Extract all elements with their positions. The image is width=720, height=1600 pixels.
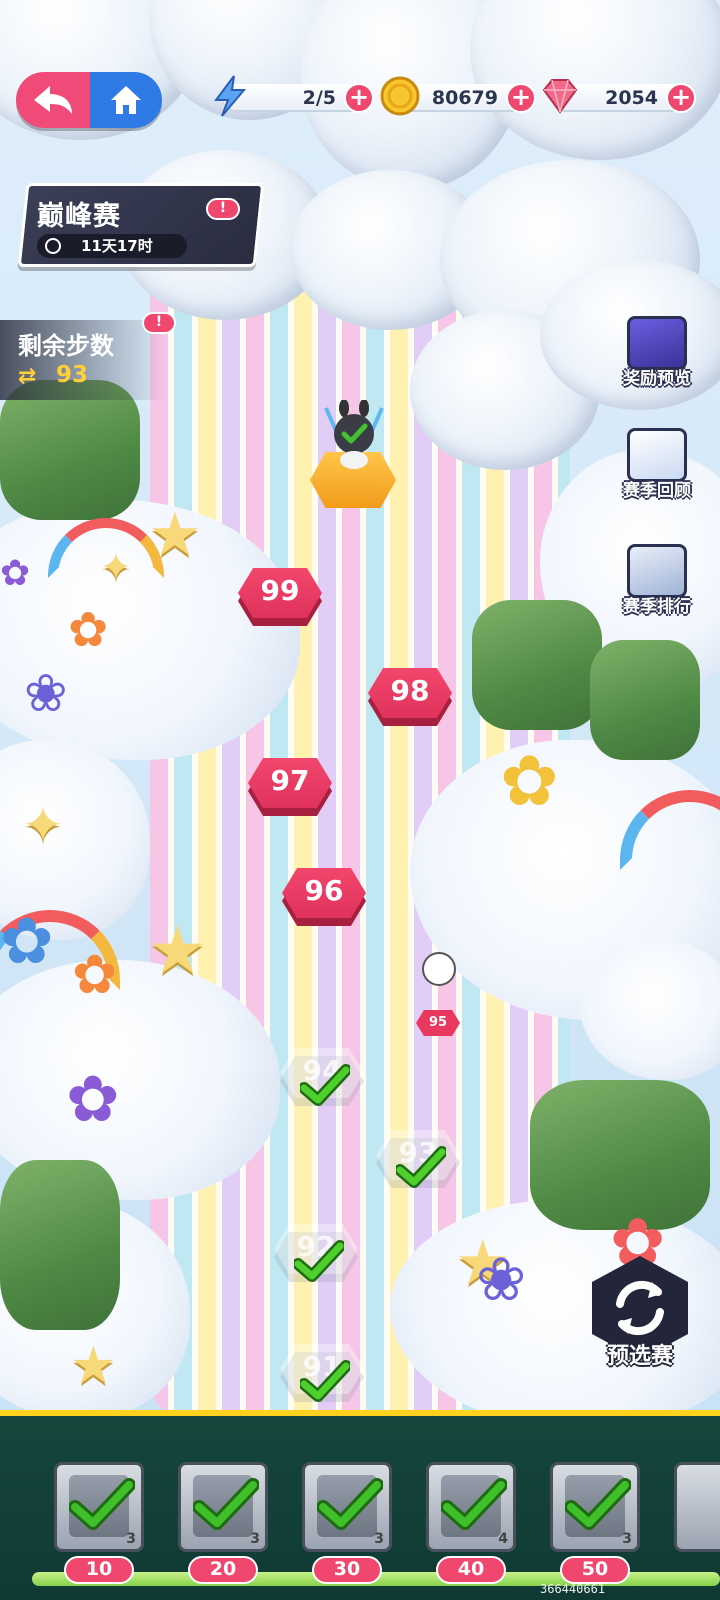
bell-flower-decoration: ❀ [24,664,68,724]
season-review-label: 赛季回顾 [623,481,691,501]
level-node-96[interactable]: 96 [282,868,366,926]
star-decoration: ★ [70,1336,117,1396]
checkmark-icon [294,1240,344,1282]
checkmark-icon [565,1478,631,1530]
level-number: 97 [270,764,310,797]
coin-icon [380,76,420,116]
checkmark-icon [396,1146,446,1188]
flower-decoration: ✿ [72,943,118,1006]
remaining-steps-value: 93 [56,362,89,388]
tree [590,640,700,760]
podium-icon [627,544,687,598]
level-node-99[interactable]: 99 [238,568,322,626]
home-icon [111,86,141,114]
gem-value: 2054 [605,87,658,109]
flower-decoration: ✿ [500,740,559,822]
swap-arrows-icon: ⇄ [18,364,37,389]
bell-flower-decoration: ❀ [476,1245,527,1315]
energy-counter: 2/5 + [214,75,374,117]
coin-counter: 80679 + [380,76,536,116]
remaining-steps-panel: 剩余步数 ⇄ 93 [0,320,165,400]
user-id: 366440661 [540,1582,606,1596]
reward-count: 3 [250,1531,260,1547]
level-number: 96 [304,874,344,907]
checkmark-icon [300,1360,350,1402]
gem-counter: 2054 + [542,79,696,114]
checkmark-icon [300,1064,350,1106]
cloud [470,0,720,160]
season-ranking-label: 赛季排行 [623,597,691,617]
star-decoration: ★ [148,500,202,570]
steps-info-button[interactable]: ! [142,312,176,334]
milestone-label-20: 20 [188,1556,258,1584]
milestone-label-10: 10 [64,1556,134,1584]
flower-decoration: ✿ [68,602,109,658]
star-decoration: ✦ [100,545,132,589]
back-button[interactable] [16,72,90,128]
reward-count: 3 [374,1531,384,1547]
tree [0,380,140,520]
event-time-remaining: 11天17时 [81,237,153,255]
treasure-chest-icon [627,316,687,370]
season-ranking-button[interactable]: 赛季排行 [612,544,702,632]
remaining-steps-label: 剩余步数 [18,332,114,360]
add-coins-button[interactable]: + [506,83,536,113]
checkmark-icon [193,1478,259,1530]
milestone-reward-next-partial[interactable] [674,1462,720,1552]
home-button[interactable] [90,72,162,128]
level-node-93-completed[interactable]: 93 [376,1130,460,1188]
energy-value: 2/5 [302,87,336,109]
cube-tree [472,600,602,730]
event-title: 巅峰赛 [37,201,121,232]
checkmark-icon [441,1478,507,1530]
flower-decoration: ✿ [0,553,31,594]
level-node-94-completed[interactable]: 94 [280,1048,364,1106]
star-decoration: ✦ [22,796,64,854]
level-number: 99 [260,574,300,607]
back-arrow-icon [34,86,72,114]
clock-icon [45,238,61,254]
lightning-icon [214,75,247,117]
nav-button-group [16,72,162,128]
level-node-97[interactable]: 97 [248,758,332,816]
checkmark-icon [69,1478,135,1530]
reward-count: 4 [498,1531,508,1547]
flower-decoration: ✿ [66,1063,120,1137]
milestone-label-30: 30 [312,1556,382,1584]
event-info-button[interactable]: ! [206,198,240,220]
reward-count: 3 [126,1531,136,1547]
reward-count: 3 [622,1531,632,1547]
add-energy-button[interactable]: + [344,83,374,113]
checkmark-icon [317,1478,383,1530]
milestone-label-40: 40 [436,1556,506,1584]
level-node-92-completed[interactable]: 92 [274,1224,358,1282]
reward-preview-label: 奖励预览 [623,369,691,389]
reward-preview-button[interactable]: 奖励预览 [612,316,702,404]
cube-tree [0,1160,120,1330]
qualifier-label: 预选赛 [606,1344,673,1369]
star-decoration: ★ [148,912,208,989]
gem-icon [542,79,578,114]
level-node-95[interactable]: 95 [416,1010,460,1036]
player-character [324,400,384,469]
season-review-button[interactable]: 赛季回顾 [612,428,702,516]
rival-avatar-pin[interactable] [422,952,456,986]
event-card[interactable]: 巅峰赛 11天17时 [17,183,265,267]
milestone-reward-10[interactable]: 3 [54,1462,144,1552]
book-icon [627,428,687,482]
milestone-reward-50[interactable]: 3 [550,1462,640,1552]
level-node-91-completed[interactable]: 91 [280,1344,364,1402]
event-timer: 11天17时 [37,234,187,258]
cloud-island [580,940,720,1080]
coin-value: 80679 [431,87,498,109]
level-number: 98 [390,674,430,707]
flower-decoration: ✿ [0,905,54,979]
qualifier-button[interactable]: 预选赛 [580,1250,700,1382]
level-node-98[interactable]: 98 [368,668,452,726]
milestone-label-50: 50 [560,1556,630,1584]
milestone-reward-20[interactable]: 3 [178,1462,268,1552]
milestone-reward-30[interactable]: 3 [302,1462,392,1552]
add-gems-button[interactable]: + [666,83,696,113]
milestone-reward-40[interactable]: 4 [426,1462,516,1552]
